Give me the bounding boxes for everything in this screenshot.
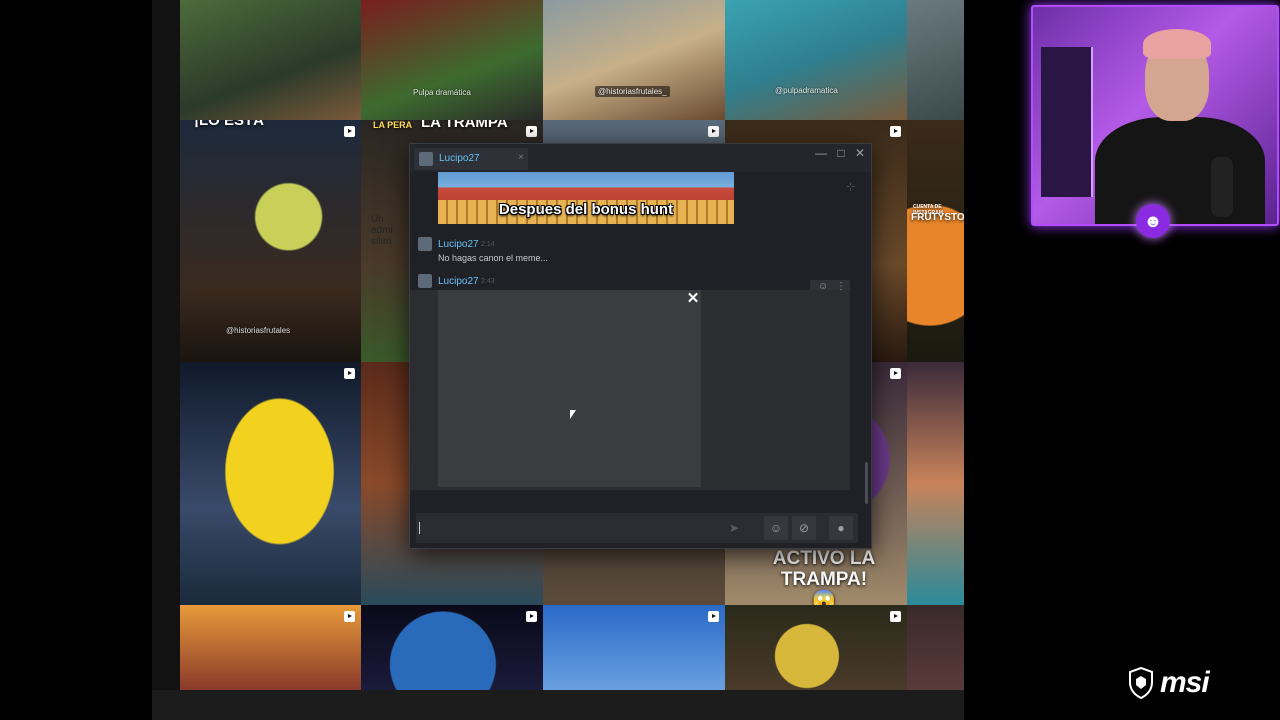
reel-tile[interactable] xyxy=(907,362,964,605)
chat-tab[interactable]: Lucipo27 × xyxy=(414,148,528,170)
reel-tile[interactable] xyxy=(361,605,543,690)
image-close-icon[interactable]: ✕ xyxy=(684,290,702,308)
message-username[interactable]: Lucipo27 xyxy=(438,276,479,287)
reel-tile[interactable]: Pulpa dramática xyxy=(361,0,543,120)
reel-icon xyxy=(526,611,537,622)
feed-bottom-bar xyxy=(152,690,964,720)
tab-title: Lucipo27 xyxy=(439,153,480,164)
watermark: @pulpadramatica xyxy=(775,86,838,95)
reel-icon xyxy=(344,611,355,622)
chat-window[interactable]: Lucipo27 × — □ ✕ ⊹ Despues del bonus hun… xyxy=(409,143,872,549)
msi-shield-icon xyxy=(1129,667,1153,699)
tile-caption: FRUTYSTO xyxy=(911,212,964,223)
reel-tile[interactable]: ¡LO ESTÁ @historiasfrutales xyxy=(180,120,361,362)
tab-close-button[interactable]: × xyxy=(518,152,524,163)
text-caret xyxy=(419,522,420,534)
reel-tile[interactable] xyxy=(725,605,907,690)
mouse-cursor-icon xyxy=(570,410,576,419)
reel-tile[interactable]: @historiasfrutales_ xyxy=(543,0,725,120)
chat-titlebar[interactable]: Lucipo27 × — □ ✕ xyxy=(410,144,871,172)
meme-caption: Despues del bonus hunt xyxy=(498,201,674,218)
user-avatar[interactable] xyxy=(418,237,432,251)
reel-tile[interactable] xyxy=(543,605,725,690)
emoji-icon[interactable]: ☺ xyxy=(764,516,788,540)
tab-avatar xyxy=(419,152,433,166)
webcam-shelf xyxy=(1041,47,1093,197)
reel-tile[interactable]: @pulpadramatica xyxy=(725,0,907,120)
tile-caption: LA PERA xyxy=(373,120,413,130)
tile-caption: ¡LO ESTÁ xyxy=(194,120,264,129)
message-timestamp: 2:43 xyxy=(481,278,495,285)
msi-logo: msi xyxy=(1128,666,1210,700)
message-timestamp: 2:14 xyxy=(481,241,495,248)
attach-icon[interactable]: ⊘ xyxy=(792,516,816,540)
message-text: No hagas canon el meme... xyxy=(438,253,549,263)
voice-icon[interactable]: ● xyxy=(829,516,853,540)
message-input[interactable]: ➤ ☺ ⊘ ● xyxy=(416,513,858,543)
reel-icon xyxy=(890,126,901,137)
watermark: @historiasfrutales_ xyxy=(595,86,670,97)
reel-tile[interactable] xyxy=(180,362,361,605)
reel-tile[interactable] xyxy=(907,605,964,690)
streamer-body xyxy=(1095,117,1265,224)
reel-icon xyxy=(708,611,719,622)
close-button[interactable]: ✕ xyxy=(853,146,867,160)
reel-icon xyxy=(344,126,355,137)
tile-caption: ACTIVÓ LA TRAMPA! 😱 xyxy=(772,548,876,605)
watermark: Pulpa dramática xyxy=(413,88,471,97)
reel-tile[interactable] xyxy=(907,0,964,120)
watermark: @historiasfrutales xyxy=(226,326,291,335)
image-placeholder[interactable] xyxy=(438,290,701,487)
meme-image[interactable]: Despues del bonus hunt xyxy=(438,172,734,224)
maximize-button[interactable]: □ xyxy=(834,146,848,160)
streamer-hair xyxy=(1143,29,1211,59)
user-avatar[interactable] xyxy=(418,274,432,288)
reel-icon xyxy=(890,368,901,379)
pin-icon[interactable]: ⊹ xyxy=(846,180,855,193)
reel-icon xyxy=(344,368,355,379)
minimize-button[interactable]: — xyxy=(814,146,828,160)
reel-tile[interactable]: CUENTA DE INSTAGRAM FRUTYSTO xyxy=(907,120,964,362)
scrollbar[interactable] xyxy=(865,462,868,504)
reel-icon xyxy=(890,611,901,622)
tile-caption: LA TRAMPA xyxy=(421,120,508,131)
streamer-logo-icon: ☻ xyxy=(1136,204,1170,238)
webcam-overlay xyxy=(1031,5,1279,226)
reel-tile[interactable] xyxy=(180,605,361,690)
msi-wordmark: msi xyxy=(1160,666,1210,699)
microphone xyxy=(1211,157,1233,217)
watermark: Un admi silen xyxy=(371,214,393,247)
message-username[interactable]: Lucipo27 xyxy=(438,239,479,250)
reel-tile[interactable] xyxy=(180,0,361,120)
send-icon[interactable]: ➤ xyxy=(729,521,739,535)
reel-icon xyxy=(526,126,537,137)
reel-icon xyxy=(708,126,719,137)
